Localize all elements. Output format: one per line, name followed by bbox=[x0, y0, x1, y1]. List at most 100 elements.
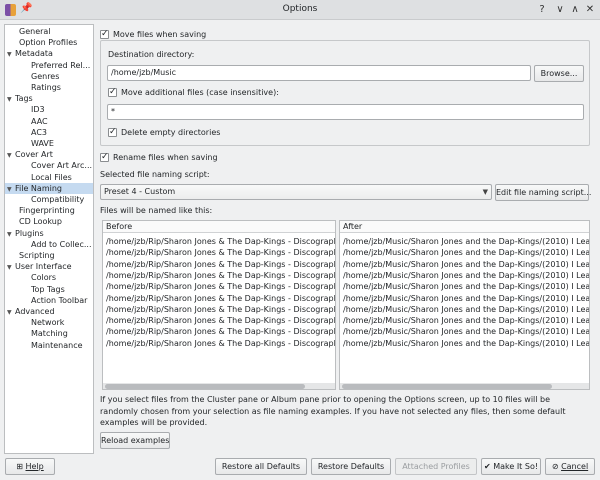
tree-item[interactable]: Top Tags bbox=[5, 284, 93, 295]
attached-profiles-button[interactable]: Attached Profiles bbox=[395, 458, 477, 475]
list-item[interactable]: /home/jzb/Rip/Sharon Jones & The Dap-Kin… bbox=[106, 293, 335, 304]
tree-item-label: File Naming bbox=[15, 183, 62, 193]
list-item[interactable]: /home/jzb/Music/Sharon Jones and the Dap… bbox=[343, 315, 589, 326]
tree-item-label: Cover Art Arc... bbox=[31, 161, 93, 171]
rename-files-row[interactable]: Rename files when saving bbox=[100, 151, 218, 164]
list-item[interactable]: /home/jzb/Rip/Sharon Jones & The Dap-Kin… bbox=[106, 338, 335, 349]
move-files-checkbox[interactable] bbox=[100, 28, 109, 40]
rename-files-checkbox[interactable] bbox=[100, 151, 109, 163]
before-h-scrollbar[interactable] bbox=[103, 383, 335, 389]
restore-defaults-button[interactable]: Restore Defaults bbox=[311, 458, 391, 475]
tree-item[interactable]: Action Toolbar bbox=[5, 295, 93, 306]
tree-item[interactable]: ▼ Metadata bbox=[5, 48, 93, 59]
tree-item[interactable]: WAVE bbox=[5, 138, 93, 149]
tree-item[interactable]: Preferred Rel... bbox=[5, 60, 93, 71]
tree-item[interactable]: Network bbox=[5, 317, 93, 328]
list-item[interactable]: /home/jzb/Music/Sharon Jones and the Dap… bbox=[343, 281, 589, 292]
make-it-so-label: Make It So! bbox=[493, 462, 539, 471]
list-item[interactable]: /home/jzb/Rip/Sharon Jones & The Dap-Kin… bbox=[106, 326, 335, 337]
tree-item-label: Top Tags bbox=[31, 284, 65, 294]
maximize-icon[interactable]: ∧ bbox=[568, 3, 582, 17]
move-additional-label: Move additional files (case insensitive)… bbox=[121, 88, 279, 97]
tree-item[interactable]: AAC bbox=[5, 116, 93, 127]
move-additional-row[interactable]: Move additional files (case insensitive)… bbox=[108, 86, 279, 99]
tree-item-label: Scripting bbox=[19, 251, 55, 260]
tree-item[interactable]: ID3 bbox=[5, 104, 93, 115]
tree-item[interactable]: AC3 bbox=[5, 127, 93, 138]
list-item[interactable]: /home/jzb/Music/Sharon Jones and the Dap… bbox=[343, 270, 589, 281]
minimize-icon[interactable]: ∨ bbox=[553, 3, 567, 17]
tree-item[interactable]: ▼ Tags bbox=[5, 93, 93, 104]
help-titlebar-icon[interactable]: ? bbox=[535, 3, 549, 17]
delete-empty-checkbox[interactable] bbox=[108, 126, 117, 138]
additional-files-input[interactable]: * bbox=[107, 104, 584, 120]
list-item[interactable]: /home/jzb/Rip/Sharon Jones & The Dap-Kin… bbox=[106, 270, 335, 281]
list-item[interactable]: /home/jzb/Rip/Sharon Jones & The Dap-Kin… bbox=[106, 259, 335, 270]
list-item[interactable]: /home/jzb/Music/Sharon Jones and the Dap… bbox=[343, 293, 589, 304]
tree-item[interactable]: Genres bbox=[5, 71, 93, 82]
tree-item-label: User Interface bbox=[15, 262, 72, 272]
move-files-group: Destination directory: /home/jzb/Music B… bbox=[100, 40, 590, 146]
tree-item[interactable]: ▼ Advanced bbox=[5, 306, 93, 317]
dialog-buttons: ⊞ Help Restore all Defaults Restore Defa… bbox=[0, 458, 600, 480]
list-item[interactable]: /home/jzb/Rip/Sharon Jones & The Dap-Kin… bbox=[106, 281, 335, 292]
list-item[interactable]: /home/jzb/Music/Sharon Jones and the Dap… bbox=[343, 247, 589, 258]
tree-item[interactable]: Scripting bbox=[5, 250, 93, 261]
cancel-button[interactable]: ⊘ Cancel bbox=[545, 458, 595, 475]
tree-item[interactable]: Add to Collec... bbox=[5, 239, 93, 250]
list-item[interactable]: /home/jzb/Rip/Sharon Jones & The Dap-Kin… bbox=[106, 236, 335, 247]
make-it-so-button[interactable]: ✔ Make It So! bbox=[481, 458, 541, 475]
tree-item[interactable]: Ratings bbox=[5, 82, 93, 93]
chevron-down-icon: ▼ bbox=[482, 188, 488, 196]
browse-button[interactable]: Browse... bbox=[534, 65, 584, 82]
after-header[interactable]: After bbox=[340, 221, 589, 233]
tree-item[interactable]: Maintenance bbox=[5, 340, 93, 351]
tree-item[interactable]: Cover Art Arc... bbox=[5, 160, 93, 171]
list-item[interactable]: /home/jzb/Music/Sharon Jones and the Dap… bbox=[343, 304, 589, 315]
tree-item-label: Genres bbox=[31, 71, 60, 81]
window-title: Options bbox=[282, 4, 318, 14]
move-additional-checkbox[interactable] bbox=[108, 86, 117, 98]
tree-item[interactable]: CD Lookup bbox=[5, 216, 93, 227]
tree-item[interactable]: Fingerprinting bbox=[5, 205, 93, 216]
naming-script-select[interactable]: Preset 4 - Custom ▼ bbox=[100, 184, 492, 200]
after-h-scrollbar[interactable] bbox=[340, 383, 589, 389]
tree-item-label: Ratings bbox=[31, 83, 61, 92]
destination-input[interactable]: /home/jzb/Music bbox=[107, 65, 531, 81]
delete-empty-row[interactable]: Delete empty directories bbox=[108, 126, 220, 139]
list-item[interactable]: /home/jzb/Rip/Sharon Jones & The Dap-Kin… bbox=[106, 304, 335, 315]
rename-files-label: Rename files when saving bbox=[113, 153, 218, 162]
tree-item[interactable]: ▼ Cover Art bbox=[5, 149, 93, 160]
before-list[interactable]: Before /home/jzb/Rip/Sharon Jones & The … bbox=[102, 220, 336, 390]
tree-item-label: Local Files bbox=[31, 172, 72, 182]
list-item[interactable]: /home/jzb/Rip/Sharon Jones & The Dap-Kin… bbox=[106, 315, 335, 326]
list-item[interactable]: /home/jzb/Music/Sharon Jones and the Dap… bbox=[343, 338, 589, 349]
list-item[interactable]: /home/jzb/Music/Sharon Jones and the Dap… bbox=[343, 236, 589, 247]
restore-all-defaults-button[interactable]: Restore all Defaults bbox=[215, 458, 307, 475]
tree-item[interactable]: Local Files bbox=[5, 172, 93, 183]
tree-item[interactable]: Matching bbox=[5, 328, 93, 339]
checkmark-icon: ✔ bbox=[483, 462, 491, 471]
before-header[interactable]: Before bbox=[103, 221, 335, 233]
tree-item[interactable]: ▼ User Interface bbox=[5, 261, 93, 272]
tree-item-label: AC3 bbox=[31, 127, 48, 137]
tree-item-label: Metadata bbox=[15, 49, 53, 59]
tree-item-label: Advanced bbox=[15, 307, 55, 316]
list-item[interactable]: /home/jzb/Rip/Sharon Jones & The Dap-Kin… bbox=[106, 247, 335, 258]
reload-examples-button[interactable]: Reload examples bbox=[100, 432, 170, 449]
tree-item[interactable]: ▼ File Naming bbox=[5, 182, 93, 194]
list-item[interactable]: /home/jzb/Music/Sharon Jones and the Dap… bbox=[343, 259, 589, 270]
after-list[interactable]: After /home/jzb/Music/Sharon Jones and t… bbox=[339, 220, 590, 390]
tree-item[interactable]: Option Profiles bbox=[5, 37, 93, 48]
edit-script-button[interactable]: Edit file naming script... bbox=[495, 184, 591, 201]
tree-item[interactable]: Colors bbox=[5, 272, 93, 283]
close-icon[interactable]: ✕ bbox=[583, 3, 597, 17]
tree-item[interactable]: General bbox=[5, 26, 93, 37]
tree-item-label: Action Toolbar bbox=[31, 295, 88, 305]
help-button[interactable]: ⊞ Help bbox=[5, 458, 55, 475]
list-item[interactable]: /home/jzb/Music/Sharon Jones and the Dap… bbox=[343, 326, 589, 337]
tree-item-label: Preferred Rel... bbox=[31, 60, 91, 70]
tree-item[interactable]: Compatibility bbox=[5, 194, 93, 205]
tree-item[interactable]: ▼ Plugins bbox=[5, 228, 93, 239]
options-tree[interactable]: General Option Profiles ▼ Metadata Preferred… bbox=[4, 24, 94, 454]
